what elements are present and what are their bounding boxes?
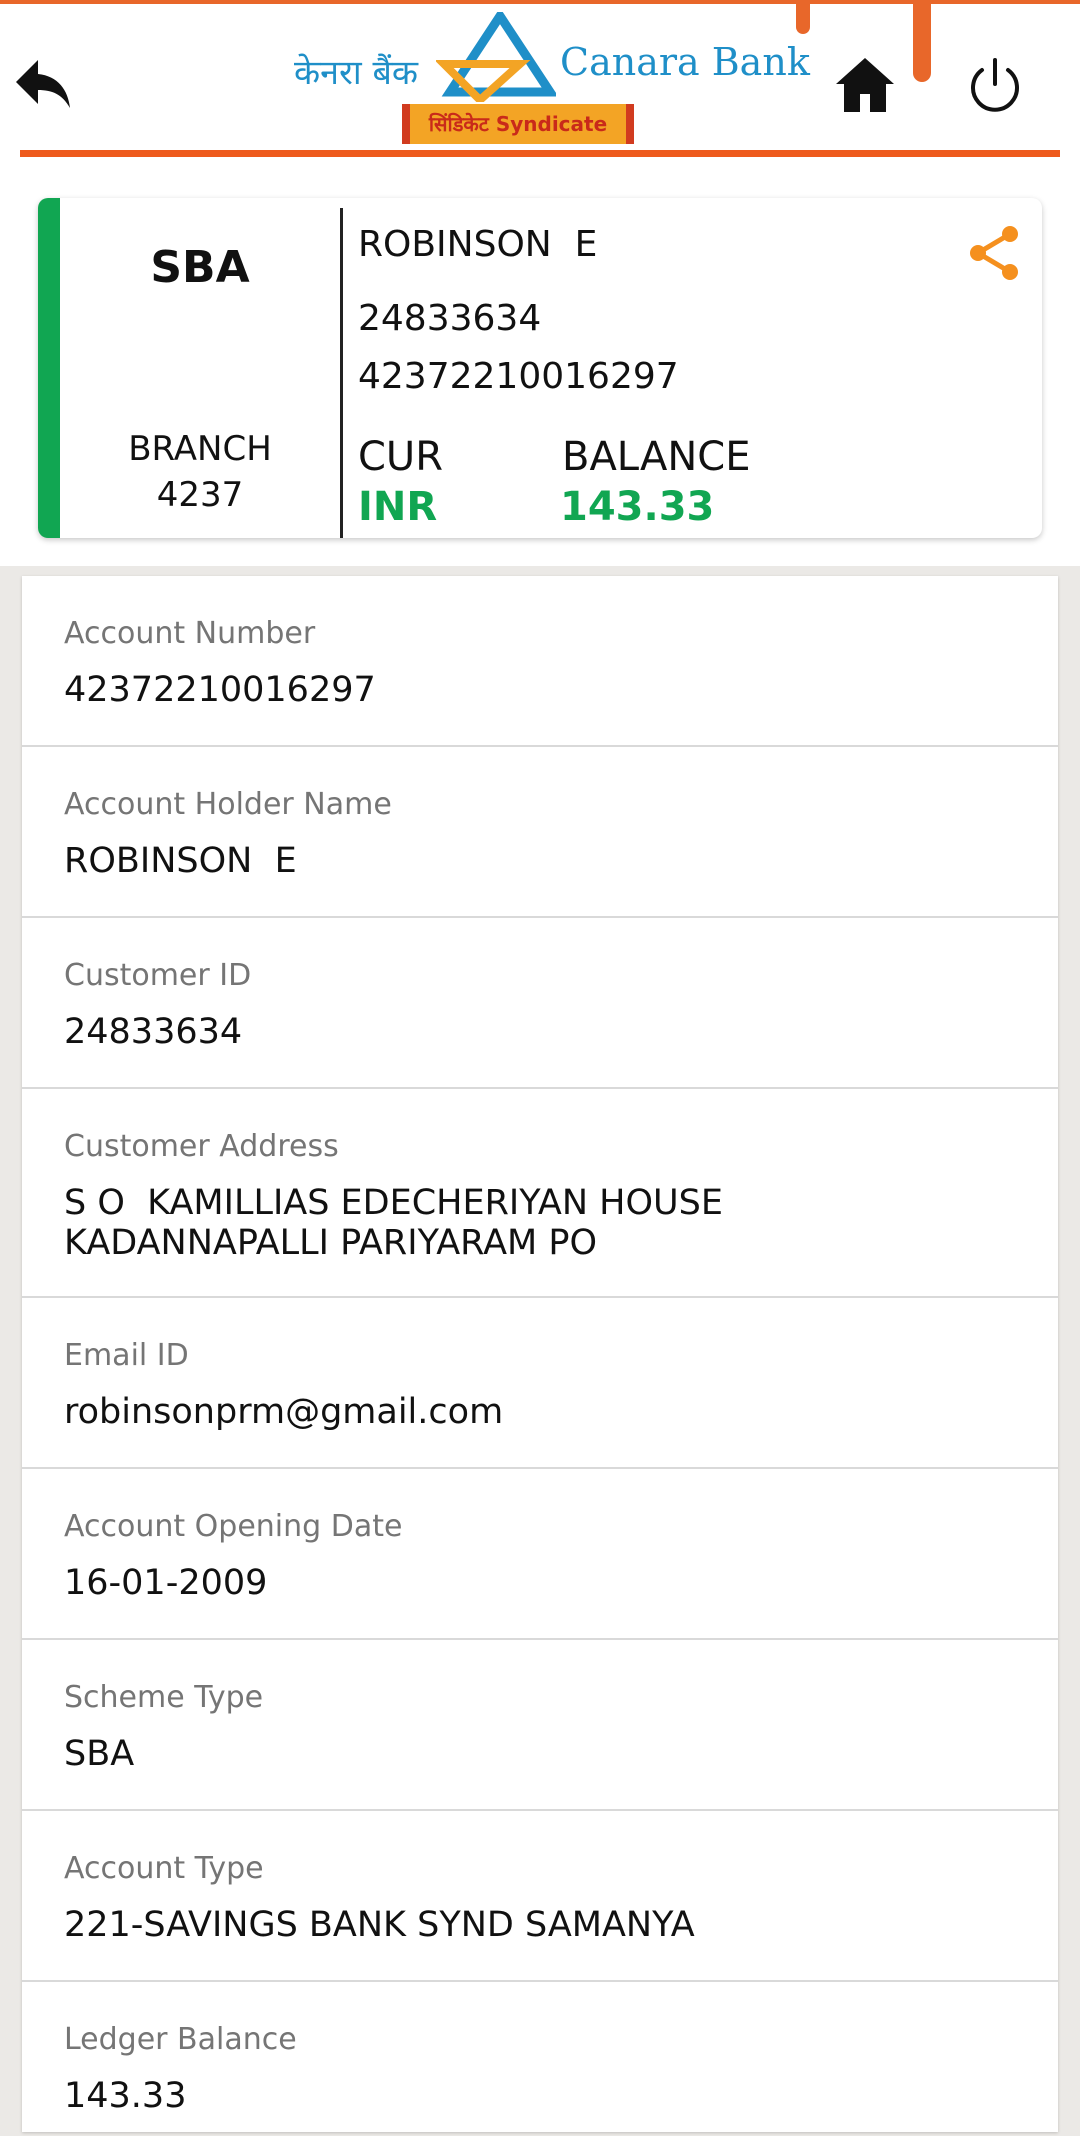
- detail-value: robinsonprm@gmail.com: [64, 1392, 504, 1432]
- detail-value: ROBINSON E: [64, 841, 297, 881]
- scheme-type: SBA: [150, 242, 250, 293]
- balance-label: BALANCE: [562, 434, 751, 480]
- power-icon: [971, 58, 1019, 112]
- detail-label: Account Number: [64, 616, 316, 651]
- account-number: 42372210016297: [358, 356, 679, 397]
- detail-row-email: Email ID robinsonprm@gmail.com: [22, 1298, 1058, 1469]
- account-summary-card: SBA BRANCH 4237 ROBINSON E 24833634 4237…: [38, 198, 1042, 538]
- home-icon: [836, 58, 894, 112]
- share-button[interactable]: [966, 224, 1022, 282]
- detail-label: Customer Address: [64, 1129, 339, 1164]
- currency-value: INR: [358, 484, 438, 530]
- top-bar: केनरा बैंक Canara Bank सिंडिकेट Syndicat…: [0, 0, 1080, 158]
- detail-label: Customer ID: [64, 958, 252, 993]
- detail-label: Account Type: [64, 1851, 264, 1886]
- detail-label: Account Holder Name: [64, 787, 392, 822]
- logo-hindi-text: केनरा बैंक: [294, 53, 419, 93]
- status-stripe: [38, 198, 60, 538]
- detail-label: Account Opening Date: [64, 1509, 403, 1544]
- detail-row-account-type: Account Type 221-SAVINGS BANK SYND SAMAN…: [22, 1811, 1058, 1982]
- account-details-list: Account Number 42372210016297 Account Ho…: [22, 576, 1058, 2132]
- detail-value: 42372210016297: [64, 670, 376, 710]
- share-icon: [970, 226, 1018, 280]
- logout-button[interactable]: [966, 54, 1024, 116]
- branch-info: BRANCH 4237: [60, 426, 340, 518]
- syndicate-badge: सिंडिकेट Syndicate: [402, 104, 634, 144]
- customer-id: 24833634: [358, 298, 542, 339]
- detail-row-holder-name: Account Holder Name ROBINSON E: [22, 747, 1058, 918]
- detail-value: S O KAMILLIAS EDECHERIYAN HOUSE KADANNAP…: [64, 1183, 723, 1263]
- detail-value: 221-SAVINGS BANK SYND SAMANYA: [64, 1905, 695, 1945]
- detail-row-customer-address: Customer Address S O KAMILLIAS EDECHERIY…: [22, 1089, 1058, 1298]
- summary-section: SBA BRANCH 4237 ROBINSON E 24833634 4237…: [0, 158, 1080, 566]
- home-button[interactable]: [832, 52, 898, 118]
- detail-row-opening-date: Account Opening Date 16-01-2009: [22, 1469, 1058, 1640]
- detail-value: SBA: [64, 1734, 135, 1774]
- logo-english-text: Canara Bank: [560, 40, 810, 84]
- currency-label: CUR: [358, 434, 443, 480]
- balance-value: 143.33: [560, 484, 715, 530]
- holder-name: ROBINSON E: [358, 224, 598, 265]
- detail-row-ledger-balance: Ledger Balance 143.33: [22, 1982, 1058, 2132]
- bank-logo: केनरा बैंक Canara Bank सिंडिकेट Syndicat…: [280, 10, 810, 150]
- header-underline: [20, 150, 1060, 157]
- detail-value: 24833634: [64, 1012, 243, 1052]
- detail-label: Email ID: [64, 1338, 189, 1373]
- detail-value: 16-01-2009: [64, 1563, 268, 1603]
- detail-row-scheme-type: Scheme Type SBA: [22, 1640, 1058, 1811]
- decorative-drip: [913, 4, 931, 82]
- detail-label: Ledger Balance: [64, 2022, 297, 2057]
- detail-label: Scheme Type: [64, 1680, 264, 1715]
- back-arrow-icon: [16, 60, 70, 108]
- canara-triangle-logo-icon: [436, 12, 556, 102]
- detail-row-account-number: Account Number 42372210016297: [22, 576, 1058, 747]
- detail-value: 143.33: [64, 2076, 187, 2116]
- detail-row-customer-id: Customer ID 24833634: [22, 918, 1058, 1089]
- card-divider: [340, 208, 343, 538]
- branch-label: BRANCH: [128, 429, 272, 469]
- branch-code: 4237: [156, 475, 244, 515]
- back-button[interactable]: [12, 54, 76, 114]
